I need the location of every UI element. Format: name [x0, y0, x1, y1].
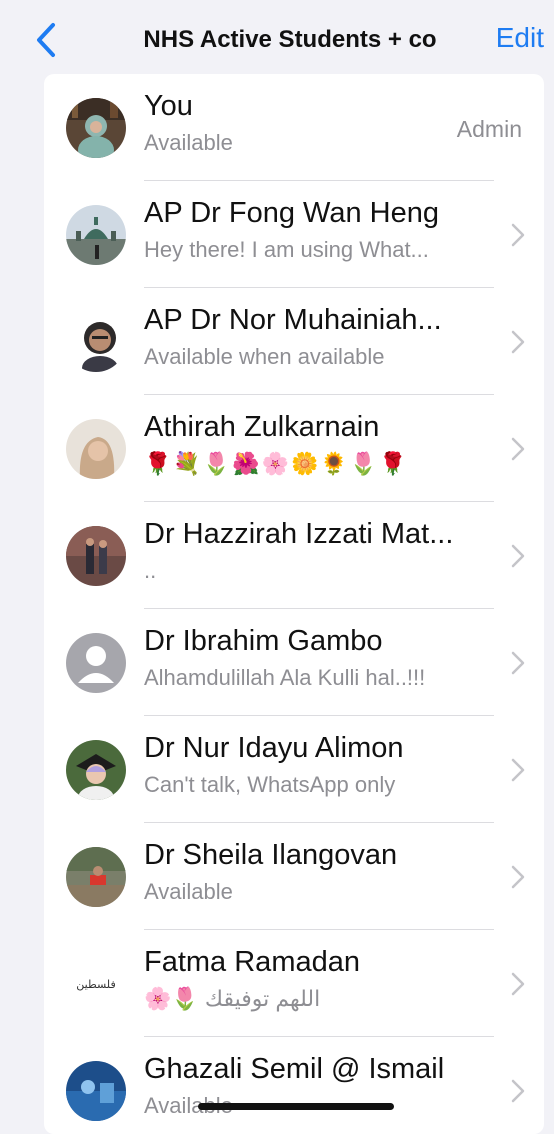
chevron-right-icon: [511, 758, 525, 781]
member-row-you[interactable]: You Available Admin: [44, 74, 544, 181]
member-name: Fatma Ramadan: [144, 946, 360, 978]
member-row[interactable]: Dr Hazzirah Izzati Mat... ..: [44, 502, 544, 609]
chevron-right-icon: [511, 544, 525, 567]
member-text: Dr Sheila Ilangovan Available: [144, 837, 494, 930]
member-text: Fatma Ramadan اللهم توفيقك 🌷🌸: [144, 944, 494, 1037]
member-name: Athirah Zulkarnain: [144, 411, 380, 443]
back-button[interactable]: [26, 18, 66, 62]
member-row[interactable]: AP Dr Nor Muhainiah... Available when av…: [44, 288, 544, 395]
member-row[interactable]: ﻓﻠﺴﻄﻴﻦ Fatma Ramadan اللهم توفيقك 🌷🌸: [44, 930, 544, 1037]
member-name: You: [144, 90, 193, 122]
avatar: [66, 418, 126, 479]
chevron-right-icon: [511, 330, 525, 353]
member-status: Alhamdulillah Ala Kulli hal..!!!: [144, 665, 426, 690]
chevron-right-icon: [511, 1079, 525, 1102]
member-status: 🌹💐🌷🌺🌸🌼🌻🌷🌹: [144, 451, 409, 476]
member-row[interactable]: Dr Nur Idayu Alimon Can't talk, WhatsApp…: [44, 716, 544, 823]
chevron-right-icon: [511, 437, 525, 460]
avatar: [66, 525, 126, 586]
avatar: [66, 204, 126, 265]
member-status: Available: [144, 130, 233, 155]
member-text: Athirah Zulkarnain 🌹💐🌷🌺🌸🌼🌻🌷🌹: [144, 409, 494, 502]
member-name: Ghazali Semil @ Ismail: [144, 1053, 445, 1085]
member-name: AP Dr Nor Muhainiah...: [144, 304, 442, 336]
chevron-right-icon: [511, 865, 525, 888]
home-indicator[interactable]: [198, 1103, 394, 1110]
chevron-right-icon: [511, 972, 525, 995]
chevron-right-icon: [511, 223, 525, 246]
member-status: Available when available: [144, 344, 385, 369]
member-row[interactable]: Dr Sheila Ilangovan Available: [44, 823, 544, 930]
member-name: AP Dr Fong Wan Heng: [144, 197, 439, 229]
member-name: Dr Nur Idayu Alimon: [144, 732, 404, 764]
avatar: [66, 1060, 126, 1121]
member-name: Dr Ibrahim Gambo: [144, 625, 383, 657]
calligraphy-avatar: ﻓﻠﺴﻄﻴﻦ: [66, 953, 126, 1014]
avatar: [66, 846, 126, 907]
avatar: [66, 739, 126, 800]
default-avatar-icon: [66, 632, 126, 693]
member-status: ..: [144, 558, 157, 583]
member-text: Dr Ibrahim Gambo Alhamdulillah Ala Kulli…: [144, 623, 494, 716]
admin-badge: Admin: [456, 116, 522, 142]
members-list: You Available Admin AP Dr Fong Wan Heng …: [44, 74, 544, 1134]
member-row[interactable]: AP Dr Fong Wan Heng Hey there! I am usin…: [44, 181, 544, 288]
chevron-left-icon: [37, 23, 55, 57]
member-status: اللهم توفيقك 🌷🌸: [144, 986, 321, 1011]
member-row[interactable]: Ghazali Semil @ Ismail Available: [44, 1037, 544, 1134]
member-text: AP Dr Nor Muhainiah... Available when av…: [144, 302, 494, 395]
avatar: [66, 97, 126, 158]
member-name: Dr Sheila Ilangovan: [144, 839, 398, 871]
member-text: You Available: [144, 88, 494, 181]
member-text: AP Dr Fong Wan Heng Hey there! I am usin…: [144, 195, 494, 288]
member-status: Available: [144, 879, 233, 904]
member-text: Ghazali Semil @ Ismail Available: [144, 1051, 494, 1134]
member-row[interactable]: Athirah Zulkarnain 🌹💐🌷🌺🌸🌼🌻🌷🌹: [44, 395, 544, 502]
member-text: Dr Hazzirah Izzati Mat... ..: [144, 516, 494, 609]
member-name: Dr Hazzirah Izzati Mat...: [144, 518, 454, 550]
member-status: Hey there! I am using What...: [144, 237, 429, 262]
member-row[interactable]: Dr Ibrahim Gambo Alhamdulillah Ala Kulli…: [44, 609, 544, 716]
edit-button[interactable]: Edit: [496, 22, 544, 54]
member-text: Dr Nur Idayu Alimon Can't talk, WhatsApp…: [144, 730, 494, 823]
avatar: [66, 311, 126, 372]
chevron-right-icon: [511, 651, 525, 674]
navigation-bar: NHS Active Students + co Edit: [0, 0, 554, 80]
member-status: Can't talk, WhatsApp only: [144, 772, 396, 797]
avatar-lettering: ﻓﻠﺴﻄﻴﻦ: [76, 978, 115, 991]
page-title: NHS Active Students + co: [143, 26, 437, 53]
